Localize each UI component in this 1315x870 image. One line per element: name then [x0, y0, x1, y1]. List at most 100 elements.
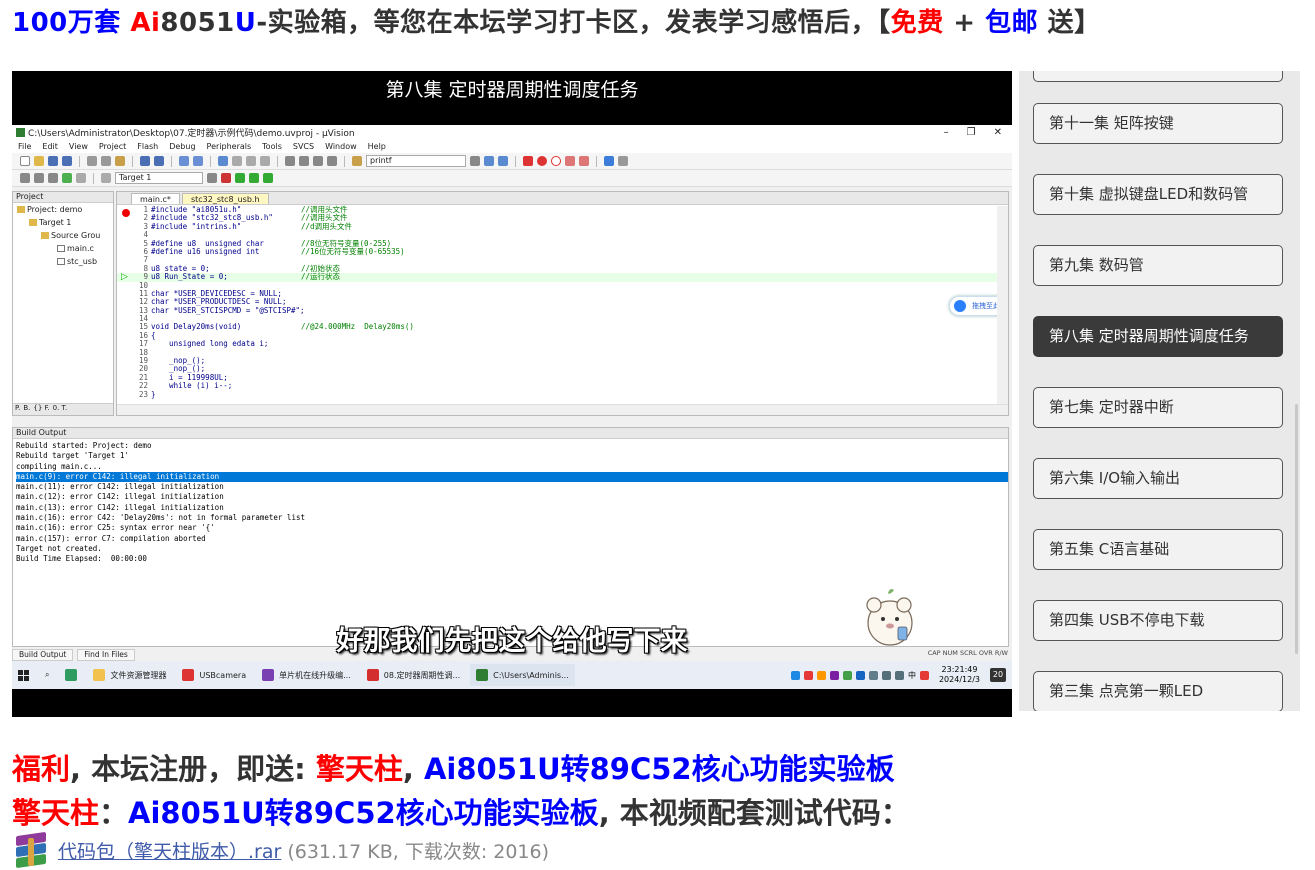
episode-item[interactable]: 第十集 虚拟键盘LED和数码管: [1033, 174, 1283, 215]
target-icon: [29, 219, 37, 226]
build-output-line[interactable]: main.c(9): error C142: illegal initializ…: [16, 471, 1008, 483]
breakpoint-kill-icon: [565, 156, 575, 166]
code-line: 17 unsigned long edata i;: [117, 339, 1008, 349]
menu-svcs: SVCS: [292, 141, 315, 151]
promo-pillar: 擎天柱: [12, 796, 100, 830]
banner-count: 100万套: [12, 8, 121, 38]
attachment-download-link[interactable]: 代码包（擎天柱版本）.rar: [58, 837, 281, 864]
promo-board: Ai8051U转89C52核心功能实验板: [128, 796, 599, 830]
project-icon: [17, 206, 25, 213]
build-output-line[interactable]: main.c(12): error C142: illegal initiali…: [16, 492, 1008, 502]
ide-toolbar-main: printf: [12, 153, 1012, 170]
incremental-find-icon: [498, 156, 508, 166]
bookmark-icon: [218, 156, 228, 166]
code-area: 1 #include "ai8051u.h"//调用头文件 2 #include "s…: [117, 205, 1008, 403]
code-editor: main.c* stc32_stc8_usb.h 1 #include "ai80…: [116, 191, 1009, 416]
episode-item[interactable]: 第五集 C语言基础: [1033, 529, 1283, 570]
taskbar-explorer: 文件资源管理器: [87, 664, 172, 686]
build-output-line[interactable]: Target not created.: [16, 544, 1008, 554]
toolbar-separator: [344, 155, 345, 167]
menu-edit: Edit: [42, 141, 58, 151]
code-line: 23}: [117, 390, 1008, 399]
promo-board: Ai8051U转89C52核心功能实验板: [423, 752, 895, 786]
episode-item[interactable]: 第七集 定时器中断: [1033, 387, 1283, 428]
copy-icon: [101, 156, 111, 166]
build-output-line[interactable]: Rebuild started: Project: demo: [16, 441, 1008, 451]
ide-window-title: C:\Users\Administrator\Desktop\07.定时器\示例…: [28, 128, 355, 139]
top-promo-banner: 100万套 Ai8051U-实验箱，等您在本坛学习打卡区，发表学习感悟后，【免费…: [12, 2, 1101, 38]
tree-file-main-label: main.c: [67, 244, 94, 253]
build-output-line[interactable]: main.c(157): error C7: compilation abort…: [16, 534, 1008, 544]
bookmark-clear-icon: [260, 156, 270, 166]
sogou-icon: [919, 670, 929, 680]
debug-start-icon: [523, 156, 533, 166]
breakpoint-disable-icon: [551, 156, 561, 166]
ime-indicator: 中: [907, 670, 916, 680]
target-options-icon: [207, 173, 217, 183]
build-output-line[interactable]: Rebuild target 'Target 1': [16, 451, 1008, 461]
build-output-line[interactable]: main.c(16): error C25: syntax error near…: [16, 523, 1008, 533]
episode-item-partial[interactable]: [1033, 71, 1283, 82]
episode-item[interactable]: 第六集 I/O输入输出: [1033, 458, 1283, 499]
episode-item[interactable]: 第十一集 矩阵按键: [1033, 103, 1283, 144]
new-file-icon: [20, 156, 30, 166]
editor-horizontal-scrollbar: [117, 404, 1008, 415]
code-text: char *USER_STCISPCMD = "@STCISP#";: [151, 305, 305, 315]
panel-tab-books: B.: [23, 404, 31, 412]
windows-logo-icon: [18, 669, 29, 681]
nav-forward-icon: [193, 156, 203, 166]
menu-tools: Tools: [262, 141, 282, 151]
toolbar-separator: [132, 155, 133, 167]
banner-text: -实验箱，等您在本坛学习打卡区，发表学习感悟后，【: [256, 8, 891, 38]
banner-text-end: 送】: [1038, 8, 1101, 38]
run-time-env-icon: [263, 173, 273, 183]
promo-welfare: 福利: [12, 752, 71, 786]
ide-titlebar: C:\Users\Administrator\Desktop\07.定时器\示例…: [12, 125, 1012, 139]
build-icon: [34, 173, 44, 183]
episode-item[interactable]: 第四集 USB不停电下载: [1033, 600, 1283, 641]
notification-count: 20: [990, 668, 1006, 682]
episode-item[interactable]: 第九集 数码管: [1033, 245, 1283, 286]
code-text: unsigned long edata i;: [151, 339, 269, 349]
app-green-icon: [59, 664, 83, 686]
episode-list-scrollbar[interactable]: [1295, 404, 1298, 654]
banner-free: 免费: [890, 8, 944, 38]
build-output-line[interactable]: Build Time Elapsed: 00:00:00: [16, 554, 1008, 564]
clock-time: 23:21:49: [941, 665, 978, 674]
build-output-line[interactable]: main.c(11): error C142: illegal initiali…: [16, 482, 1008, 492]
file-extensions-icon: [249, 173, 259, 183]
network-icon: [881, 670, 891, 680]
build-output-title: Build Output: [13, 428, 1008, 439]
menu-project: Project: [98, 141, 127, 151]
breakpoint-marker: [122, 209, 130, 217]
save-all-icon: [62, 156, 72, 166]
stop-build-icon: [76, 173, 86, 183]
current-line-arrow-icon: ▷: [121, 272, 128, 282]
tree-file-main: main.c: [13, 242, 113, 255]
promo-line-2: 擎天柱：Ai8051U转89C52核心功能实验板, 本视频配套测试代码：: [12, 790, 910, 832]
c-file-icon: [57, 245, 65, 252]
build-output-line[interactable]: main.c(13): error C142: illegal initiali…: [16, 503, 1008, 513]
tree-project-label: Project: demo: [27, 205, 83, 214]
maximize-icon: ❐: [966, 126, 976, 138]
banner-chip-ai: Ai: [130, 8, 161, 38]
start-button: [12, 664, 35, 686]
find-icon: [484, 156, 494, 166]
promo-text: , 本视频配套测试代码：: [598, 796, 910, 830]
code-line: 13 char *USER_STCISPCMD = "@STCISP#";: [117, 305, 1008, 315]
project-panel-title: Project: [13, 192, 113, 203]
attachment: 代码包（擎天柱版本）.rar (631.17 KB, 下载次数: 2016): [12, 831, 549, 869]
build-output-line[interactable]: main.c(16): error C42: 'Delay20ms': not …: [16, 513, 1008, 523]
code-line: 19 _nop_();: [117, 356, 1008, 365]
build-output-line[interactable]: compiling main.c...: [16, 462, 1008, 472]
toolbar-separator: [515, 155, 516, 167]
banner-plus: +: [943, 8, 986, 38]
toolbar-separator: [210, 155, 211, 167]
video-player[interactable]: 第八集 定时器周期性调度任务 C:\Users\Administrator\De…: [12, 71, 1012, 717]
episode-item[interactable]: 第三集 点亮第一颗LED: [1033, 671, 1283, 711]
undo-icon: [140, 156, 150, 166]
episode-item[interactable]: 第八集 定时器周期性调度任务: [1033, 316, 1283, 357]
editor-tab-usb-header: stc32_stc8_usb.h: [181, 193, 269, 204]
tree-file-usb: stc_usb: [13, 255, 113, 268]
close-icon: ✕: [993, 126, 1002, 138]
